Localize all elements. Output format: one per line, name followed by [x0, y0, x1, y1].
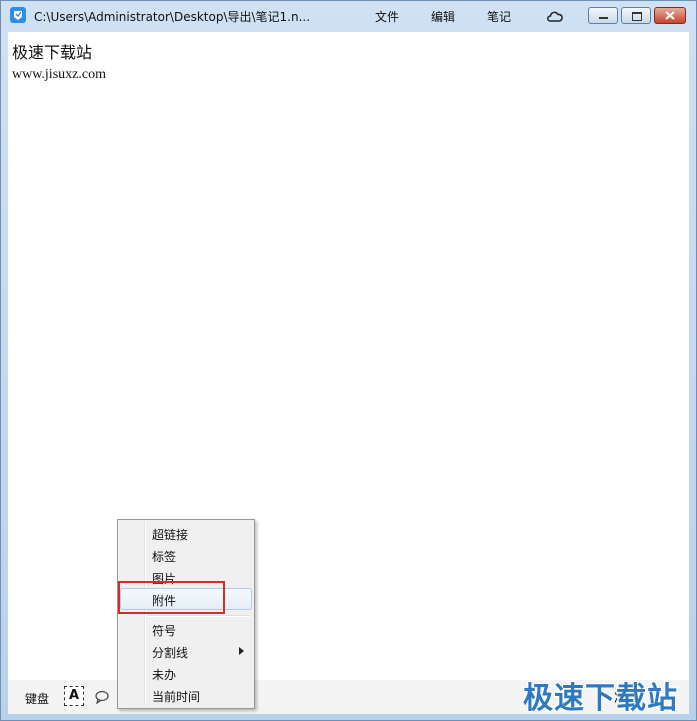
menu-item-hyperlink[interactable]: 超链接 [120, 522, 252, 544]
menu-edit[interactable]: 编辑 [431, 8, 455, 25]
close-icon [665, 11, 675, 20]
maximize-icon [632, 12, 642, 21]
comment-icon[interactable] [94, 689, 110, 708]
insert-context-menu: 超链接 标签 图片 附件 符号 分割线 未办 当前时间 [117, 519, 255, 709]
app-icon [10, 7, 26, 23]
note-editor[interactable]: 极速下载站 www.jisuxz.com [8, 32, 689, 680]
cloud-icon[interactable] [546, 8, 564, 27]
menu-item-label: 未办 [152, 668, 177, 682]
submenu-arrow-icon [239, 647, 244, 655]
menu-item-tag[interactable]: 标签 [120, 544, 252, 566]
keyboard-button[interactable]: 键盘 [25, 690, 49, 707]
minimize-button[interactable] [588, 7, 618, 24]
menu-item-todo[interactable]: 未办 [120, 662, 252, 684]
menu-item-current-time[interactable]: 当前时间 [120, 684, 252, 706]
close-button[interactable] [654, 7, 686, 24]
site-watermark: 极速下载站 [523, 681, 678, 716]
menu-file[interactable]: 文件 [375, 8, 399, 25]
note-line-1: 极速下载站 [12, 43, 93, 62]
window-title: C:\Users\Administrator\Desktop\导出\笔记1.n.… [34, 10, 311, 24]
font-format-button[interactable]: A [64, 686, 84, 706]
menu-item-label: 符号 [152, 624, 177, 638]
menu-item-symbol[interactable]: 符号 [120, 618, 252, 640]
title-bar[interactable]: C:\Users\Administrator\Desktop\导出\笔记1.n.… [1, 1, 696, 31]
menu-separator [148, 615, 250, 617]
menu-item-label: 当前时间 [152, 690, 201, 704]
app-window: C:\Users\Administrator\Desktop\导出\笔记1.n.… [0, 0, 697, 721]
menu-item-label: 标签 [152, 550, 177, 564]
menu-notes[interactable]: 笔记 [487, 8, 511, 25]
menu-item-label: 分割线 [152, 646, 189, 660]
note-line-2: www.jisuxz.com [12, 67, 106, 82]
highlight-annotation [118, 581, 225, 614]
menu-item-label: 超链接 [152, 528, 189, 542]
menu-item-divider-line[interactable]: 分割线 [120, 640, 252, 662]
maximize-button[interactable] [621, 7, 651, 24]
minimize-icon [599, 17, 608, 19]
